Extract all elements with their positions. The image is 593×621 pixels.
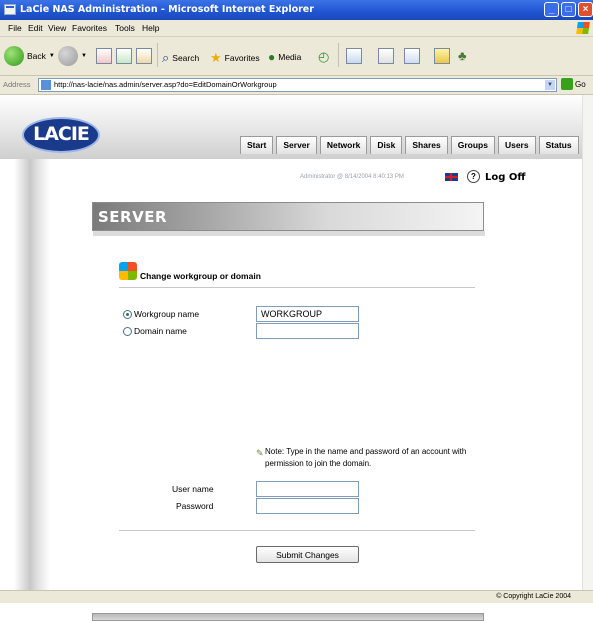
domain-input[interactable] — [256, 323, 359, 339]
help-icon[interactable]: ? — [467, 170, 480, 183]
lacie-header: LACIE Start Server Network Disk Shares G… — [0, 95, 582, 159]
decorative-left-strip — [14, 159, 50, 595]
address-input[interactable]: http://nas-lacie/nas.admin/server.asp?do… — [38, 78, 557, 92]
divider — [119, 530, 475, 531]
footer-bar — [92, 613, 484, 621]
workgroup-radio[interactable] — [123, 310, 132, 319]
username-label: User name — [172, 484, 214, 494]
back-button[interactable]: Back ▼ — [4, 46, 55, 66]
messenger-icon[interactable]: ♣ — [458, 48, 467, 63]
mail-icon[interactable] — [346, 48, 362, 64]
vertical-scrollbar[interactable] — [582, 95, 593, 595]
page-icon — [41, 80, 51, 90]
section-header: SERVER — [92, 202, 485, 236]
stop-icon[interactable] — [96, 48, 112, 64]
window-titlebar: LaCie NAS Administration - Microsoft Int… — [0, 0, 593, 20]
address-label: Address — [3, 80, 31, 89]
dropdown-arrow-icon: ▼ — [48, 53, 55, 59]
address-url: http://nas-lacie/nas.admin/server.asp?do… — [54, 80, 277, 89]
menu-help[interactable]: Help — [142, 23, 159, 33]
search-label: Search — [172, 53, 200, 63]
go-label: Go — [575, 79, 586, 89]
divider — [119, 287, 475, 288]
workgroup-input[interactable]: WORKGROUP — [256, 306, 359, 322]
password-input[interactable] — [256, 498, 359, 514]
tab-disk[interactable]: Disk — [370, 136, 403, 154]
password-label: Password — [176, 501, 214, 511]
history-icon[interactable]: ◴ — [318, 49, 329, 65]
page-viewport: LACIE Start Server Network Disk Shares G… — [0, 95, 582, 621]
domain-radio[interactable] — [123, 327, 132, 336]
toolbar-separator — [157, 43, 158, 67]
workgroup-label: Workgroup name — [134, 309, 200, 319]
close-button[interactable]: × — [578, 2, 593, 17]
menu-favorites[interactable]: Favorites — [72, 23, 107, 33]
back-arrow-icon — [4, 46, 24, 66]
browser-toolbar: Back ▼ ▼ ⌕ Search ★ Favorites ● Media ◴ … — [0, 37, 593, 76]
tab-shares[interactable]: Shares — [405, 136, 448, 154]
search-icon: ⌕ — [162, 50, 170, 65]
status-bar: © Copyright LaCie 2004 — [0, 590, 593, 603]
star-icon: ★ — [210, 50, 222, 65]
chevron-down-icon[interactable]: ▼ — [545, 80, 555, 90]
dropdown-arrow-icon: ▼ — [81, 53, 87, 59]
username-input[interactable] — [256, 481, 359, 497]
print-icon[interactable] — [378, 48, 394, 64]
uk-flag-icon[interactable] — [445, 173, 458, 181]
note-icon: ✎ — [256, 448, 264, 458]
nav-tabs: Start Server Network Disk Shares Groups … — [240, 136, 579, 154]
lacie-logo: LACIE — [22, 117, 100, 153]
media-icon: ● — [268, 50, 276, 64]
home-icon[interactable] — [136, 48, 152, 64]
tab-server[interactable]: Server — [276, 136, 317, 154]
section-title: SERVER — [98, 208, 168, 226]
favorites-button[interactable]: ★ Favorites — [210, 50, 260, 66]
menu-tools[interactable]: Tools — [115, 23, 135, 33]
tab-start[interactable]: Start — [240, 136, 274, 154]
minimize-button[interactable]: _ — [544, 2, 559, 17]
forward-arrow-icon — [58, 46, 78, 66]
maximize-button[interactable]: □ — [561, 2, 576, 17]
media-label: Media — [278, 52, 302, 62]
note-text: Note: Type in the name and password of a… — [265, 447, 467, 468]
form-title: Change workgroup or domain — [140, 271, 261, 281]
go-button[interactable]: Go — [561, 78, 586, 90]
menu-view[interactable]: View — [48, 23, 66, 33]
address-bar: Address http://nas-lacie/nas.admin/serve… — [0, 76, 593, 95]
windows-network-icon — [119, 262, 137, 280]
folder-icon[interactable] — [434, 48, 450, 64]
menu-edit[interactable]: Edit — [28, 23, 43, 33]
tab-network[interactable]: Network — [319, 136, 368, 154]
logoff-link[interactable]: Log Off — [485, 172, 525, 183]
tab-users[interactable]: Users — [497, 136, 536, 154]
tab-groups[interactable]: Groups — [450, 136, 495, 154]
favorites-label: Favorites — [224, 53, 260, 63]
section-underline — [93, 231, 485, 236]
edit-icon[interactable] — [404, 48, 420, 64]
tab-status[interactable]: Status — [538, 136, 579, 154]
user-info: Administrator @ 8/14/2004 8:40:13 PM — [300, 174, 404, 180]
ie-page-icon — [4, 4, 16, 15]
submit-changes-button[interactable]: Submit Changes — [256, 546, 359, 563]
windows-logo-icon — [576, 22, 590, 34]
domain-label: Domain name — [134, 326, 187, 336]
toolbar-separator — [338, 43, 339, 67]
window-title: LaCie NAS Administration - Microsoft Int… — [20, 4, 314, 15]
search-button[interactable]: ⌕ Search — [162, 50, 199, 66]
forward-button[interactable]: ▼ — [58, 46, 87, 66]
copyright-text: © Copyright LaCie 2004 — [496, 593, 571, 600]
media-button[interactable]: ● Media — [268, 50, 301, 64]
back-label: Back — [27, 51, 46, 61]
menu-bar: File Edit View Favorites Tools Help — [0, 20, 593, 37]
refresh-icon[interactable] — [116, 48, 132, 64]
go-arrow-icon — [561, 78, 573, 90]
menu-file[interactable]: File — [8, 23, 22, 33]
